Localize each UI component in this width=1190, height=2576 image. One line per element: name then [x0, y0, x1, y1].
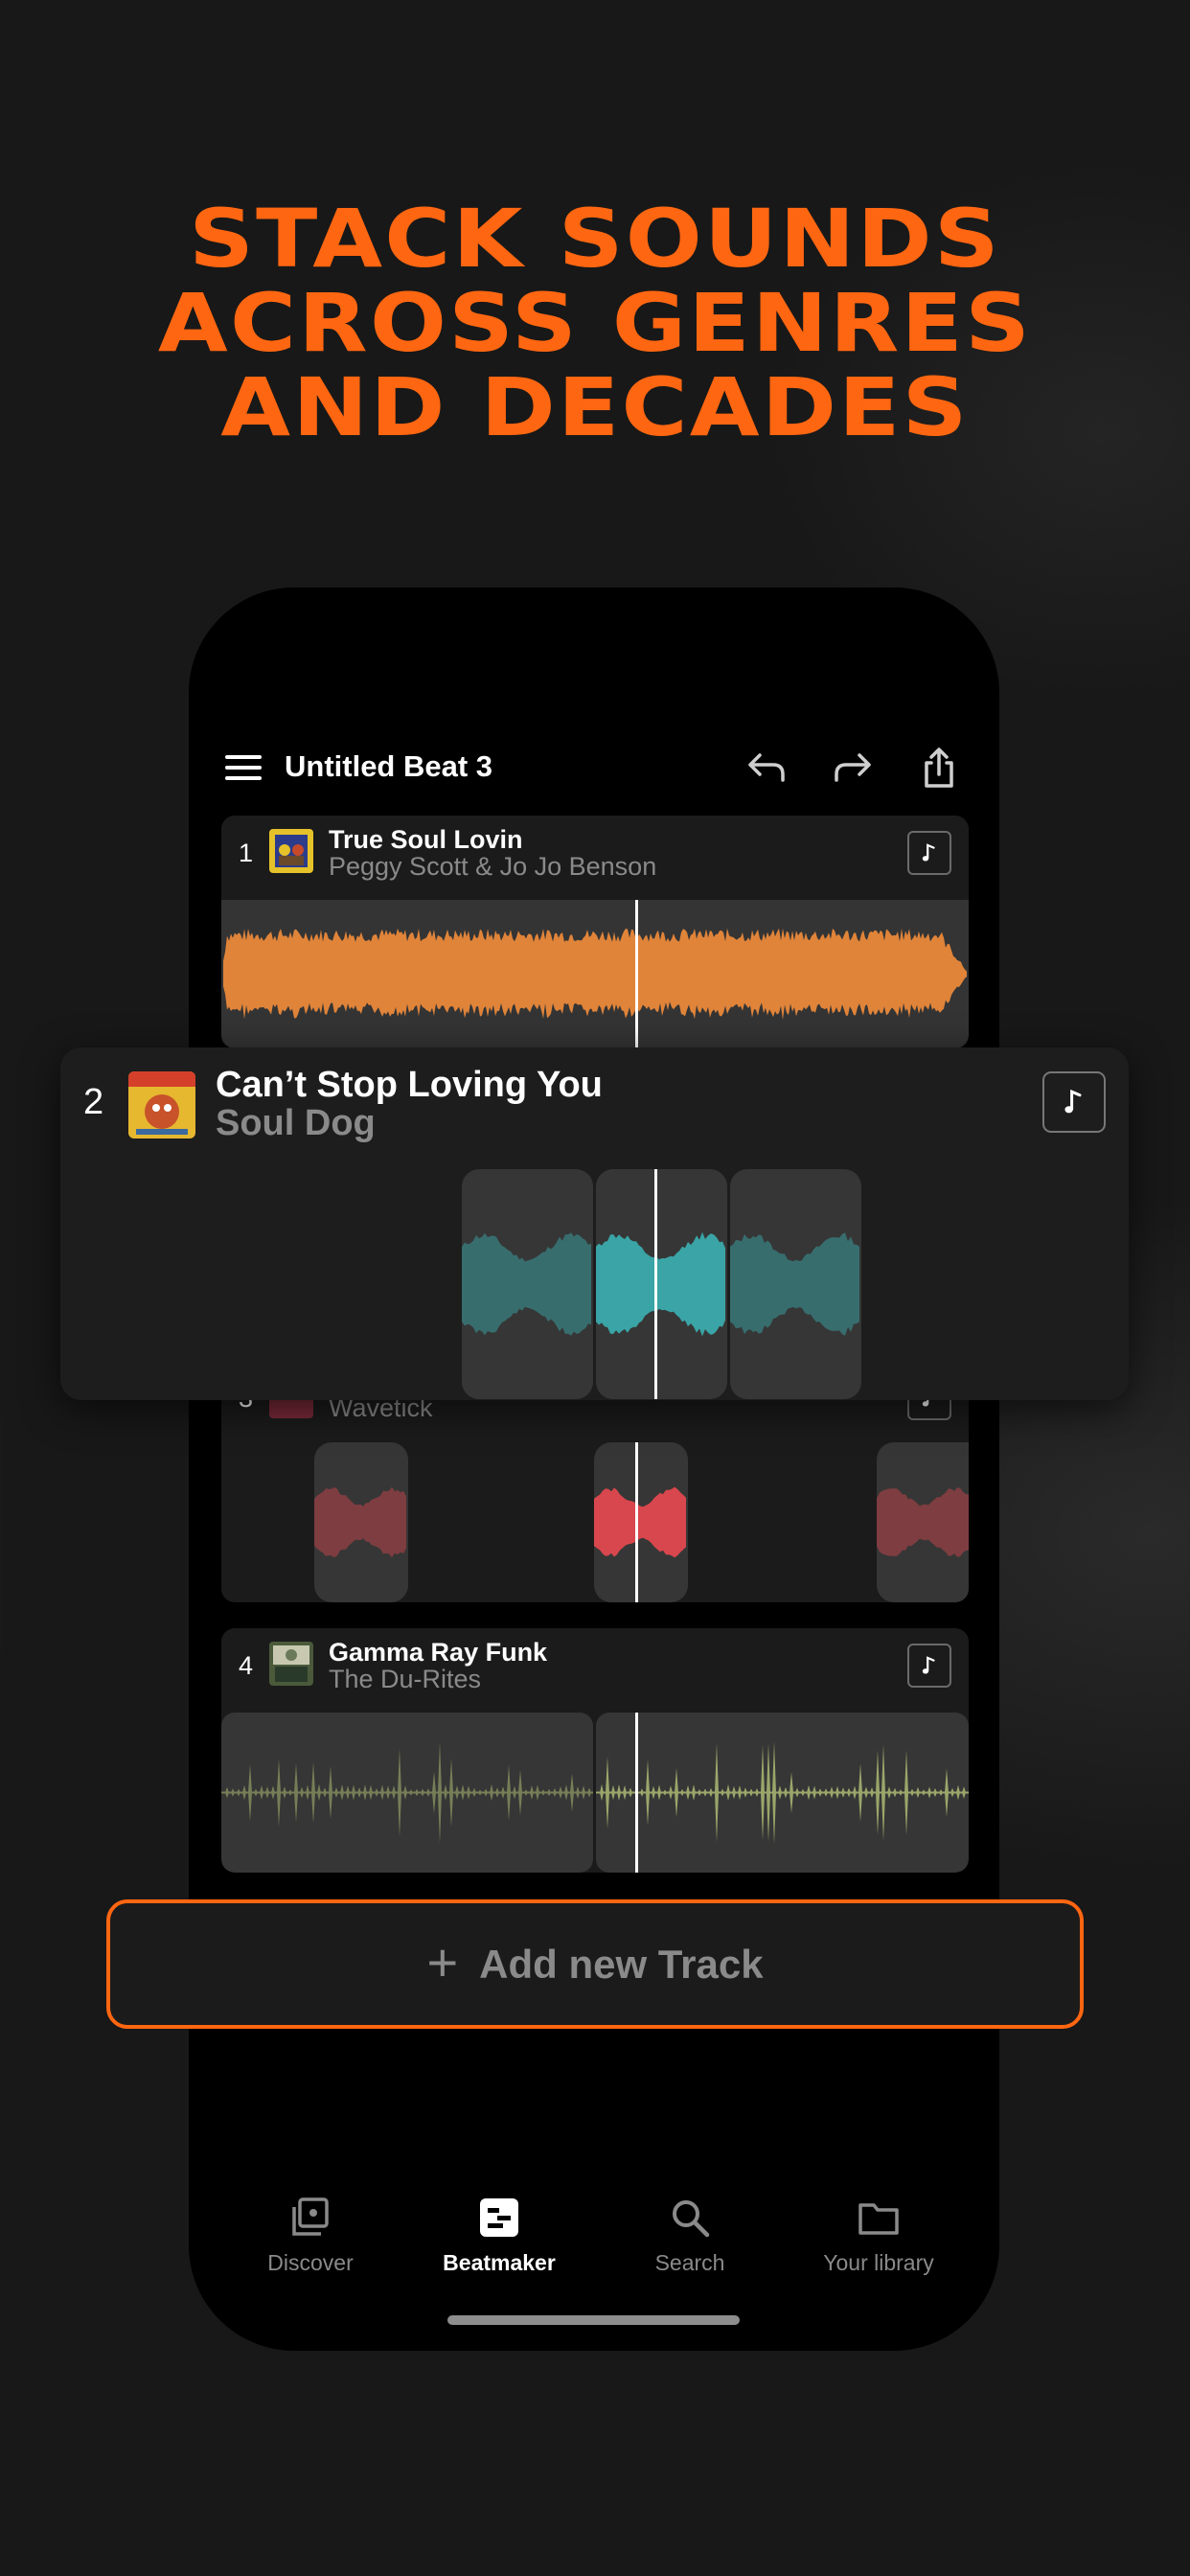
loop-segment[interactable] — [314, 1442, 408, 1602]
music-note-button[interactable] — [907, 831, 951, 875]
track-number: 2 — [83, 1082, 104, 1122]
undo-icon[interactable] — [743, 746, 790, 790]
home-indicator — [447, 2315, 740, 2325]
music-note-button[interactable] — [1042, 1071, 1106, 1133]
track-header: 4 Gamma Ray Funk The Du-Rites — [221, 1628, 969, 1705]
music-note-button[interactable] — [907, 1644, 951, 1688]
plus-icon: + — [426, 1931, 459, 1992]
beat-title[interactable]: Untitled Beat 3 — [285, 749, 492, 784]
discover-icon — [287, 2195, 333, 2241]
album-art-thumbnail — [269, 1642, 313, 1686]
playhead[interactable] — [635, 1713, 638, 1873]
track-artist: Peggy Scott & Jo Jo Benson — [329, 852, 657, 881]
nav-label: Discover — [267, 2250, 354, 2275]
nav-label: Beatmaker — [443, 2250, 556, 2275]
beatmaker-icon — [476, 2195, 522, 2241]
loop-segment[interactable] — [877, 1442, 969, 1602]
loop-segment[interactable] — [221, 1713, 593, 1873]
waveform-lane[interactable] — [221, 1442, 969, 1602]
playhead[interactable] — [635, 1442, 638, 1602]
track-row-2-dragging[interactable]: 2 Can’t Stop Loving You Soul Dog — [60, 1047, 1129, 1400]
music-note-icon — [922, 1656, 935, 1674]
music-note-icon — [1064, 1089, 1082, 1114]
track-row-4[interactable]: 4 Gamma Ray Funk The Du-Rites — [221, 1628, 969, 1873]
track-artist: The Du-Rites — [329, 1665, 482, 1693]
track-header: 1 True Soul Lovin Peggy Scott & Jo Jo Be… — [221, 816, 969, 892]
add-new-track-label: Add new Track — [479, 1941, 764, 1987]
waveform — [223, 928, 967, 1021]
loop-segment[interactable] — [594, 1442, 688, 1602]
track-title: True Soul Lovin — [329, 825, 523, 854]
headline: STACK SOUNDS ACROSS GENRES AND DECADES — [0, 196, 1190, 449]
nav-search[interactable]: Search — [594, 2195, 786, 2276]
waveform-lane[interactable] — [221, 900, 969, 1048]
app-header: Untitled Beat 3 — [225, 738, 968, 795]
track-number: 4 — [239, 1651, 254, 1680]
loop-segment[interactable] — [596, 1713, 969, 1873]
headline-line-2: ACROSS GENRES — [157, 276, 1033, 370]
nav-label: Your library — [823, 2250, 934, 2275]
track-number: 1 — [239, 839, 254, 867]
headline-line-3: AND DECADES — [220, 360, 970, 454]
folder-icon — [856, 2195, 902, 2241]
search-icon — [667, 2195, 713, 2241]
track-row-1[interactable]: 1 True Soul Lovin Peggy Scott & Jo Jo Be… — [221, 816, 969, 1048]
track-title: Gamma Ray Funk — [329, 1638, 548, 1667]
playhead[interactable] — [654, 1169, 657, 1399]
bottom-nav: Discover Beatmaker Search Your library — [189, 2195, 999, 2290]
redo-icon[interactable] — [829, 746, 877, 790]
track-title: Can’t Stop Loving You — [216, 1065, 603, 1105]
nav-discover[interactable]: Discover — [215, 2195, 406, 2276]
headline-line-1: STACK SOUNDS — [189, 192, 1001, 286]
loop-segment[interactable] — [730, 1169, 861, 1399]
track-artist: Soul Dog — [216, 1103, 376, 1143]
waveform-lane[interactable] — [221, 1713, 969, 1873]
loop-segment[interactable] — [462, 1169, 593, 1399]
nav-label: Search — [654, 2250, 725, 2275]
share-icon[interactable] — [915, 746, 963, 790]
music-note-icon — [922, 843, 935, 862]
add-new-track-button[interactable]: + Add new Track — [106, 1899, 1084, 2029]
playhead[interactable] — [635, 900, 638, 1048]
album-art-thumbnail — [269, 829, 313, 873]
menu-icon[interactable] — [225, 755, 262, 780]
nav-your-library[interactable]: Your library — [783, 2195, 974, 2276]
nav-beatmaker[interactable]: Beatmaker — [403, 2195, 595, 2276]
album-art-thumbnail — [128, 1071, 195, 1138]
loop-segment[interactable] — [596, 1169, 727, 1399]
